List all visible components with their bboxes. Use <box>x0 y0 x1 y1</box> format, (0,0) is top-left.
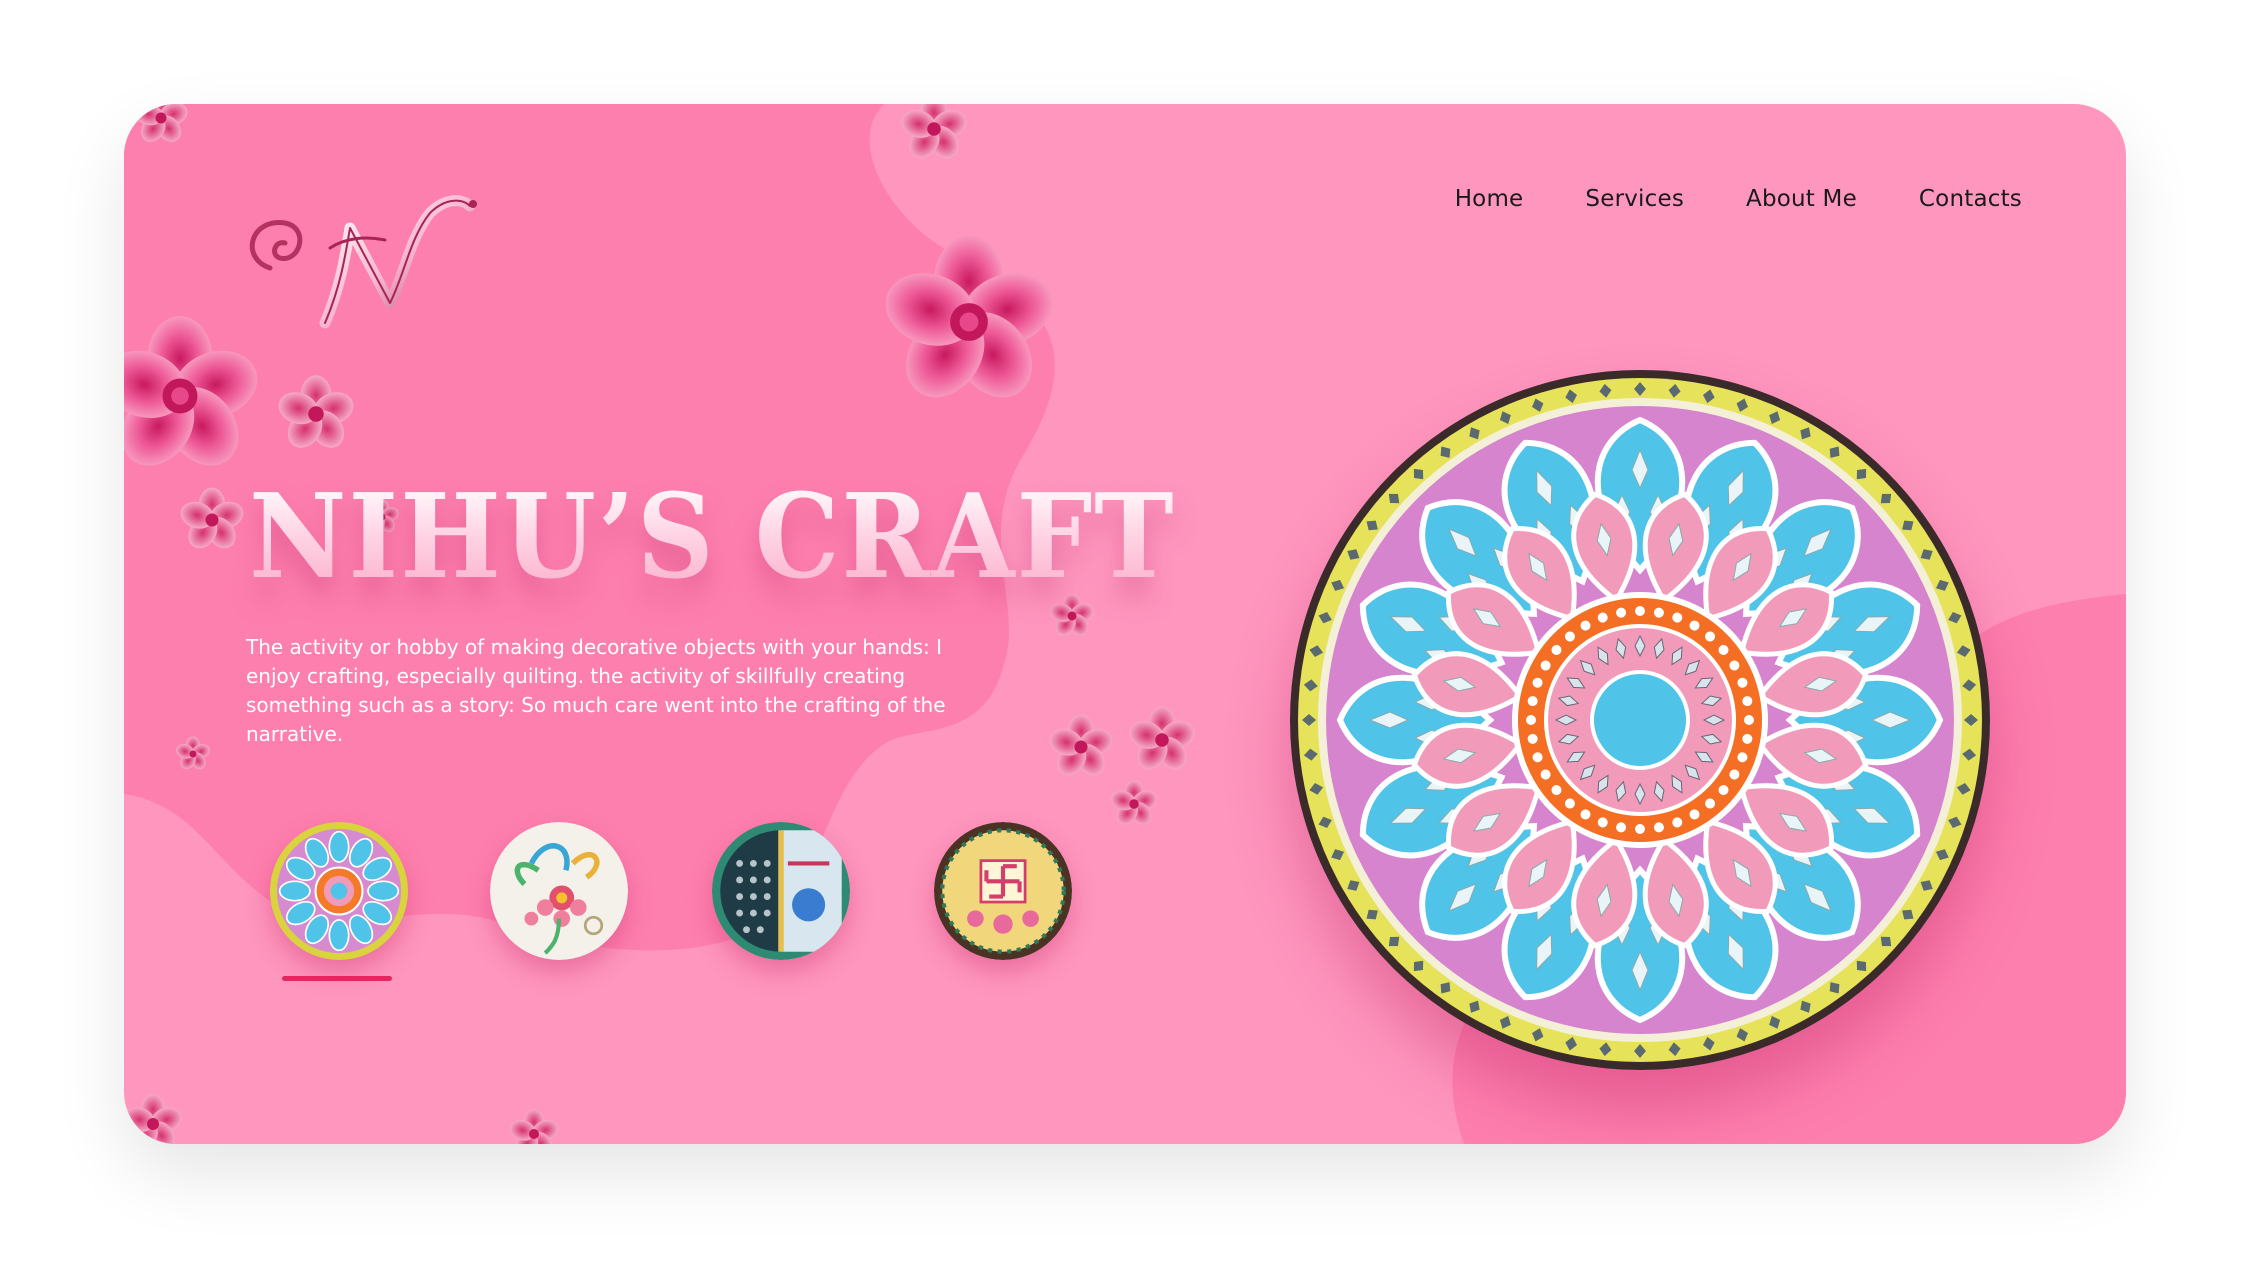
selected-thumbnail-indicator <box>282 976 392 981</box>
mandala-plate-thumbnail-icon <box>270 822 408 960</box>
quilling-flower-thumbnail-icon <box>490 822 628 960</box>
page: Home Services About Me Contacts NIHU’S C… <box>0 0 2242 1282</box>
nav-about-me[interactable]: About Me <box>1746 186 1857 212</box>
thumbnail-quilling-flower[interactable] <box>490 822 628 960</box>
n-monogram-logo[interactable] <box>230 178 510 338</box>
featured-lippan-mandala-plate <box>1290 370 1990 1070</box>
hero-card: Home Services About Me Contacts NIHU’S C… <box>124 104 2126 1144</box>
lippan-mandala-plate-icon <box>1290 370 1990 1070</box>
thumbnail-mandala-plate[interactable] <box>270 822 408 960</box>
hero-description: The activity or hobby of making decorati… <box>246 635 946 746</box>
nav-contacts[interactable]: Contacts <box>1919 186 2022 212</box>
thumbnail-mirror-art[interactable] <box>712 822 850 960</box>
nav-home[interactable]: Home <box>1455 186 1524 212</box>
mirror-art-thumbnail-icon <box>712 822 850 960</box>
logo-icon <box>249 195 477 329</box>
main-nav: Home Services About Me Contacts <box>1455 186 2022 212</box>
swastik-plate-thumbnail-icon <box>934 822 1072 960</box>
thumbnail-gallery <box>270 822 1072 982</box>
hero-title: NIHU’S CRAFT <box>249 469 1176 605</box>
thumbnail-swastik-plate[interactable] <box>934 822 1072 960</box>
nav-services[interactable]: Services <box>1585 186 1684 212</box>
